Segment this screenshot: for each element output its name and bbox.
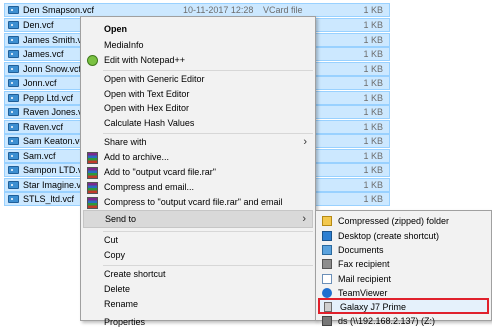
menu-properties[interactable]: Properties xyxy=(83,314,313,332)
send-to-network-drive[interactable]: ds (\\192.168.2.137) (Z:) xyxy=(318,314,489,329)
vcard-file-icon xyxy=(8,195,19,203)
menu-label: Cut xyxy=(104,235,119,245)
file-name: Pepp Ltd.vcf xyxy=(23,93,74,103)
file-size: 1 KB xyxy=(363,49,383,59)
menu-edit-notepad[interactable]: Edit with Notepad++ xyxy=(83,52,313,70)
teamviewer-icon xyxy=(322,288,332,298)
menu-label: Edit with Notepad++ xyxy=(104,55,186,65)
file-size: 1 KB xyxy=(363,5,383,15)
submenu-label: Desktop (create shortcut) xyxy=(338,231,440,241)
notepad-plus-plus-icon xyxy=(87,55,98,66)
fax-icon xyxy=(322,259,332,269)
file-size: 1 KB xyxy=(363,93,383,103)
zip-folder-icon xyxy=(322,216,332,226)
file-size: 1 KB xyxy=(363,194,383,204)
menu-rename[interactable]: Rename xyxy=(83,296,313,314)
file-name: STLS_ltd.vcf xyxy=(23,194,75,204)
submenu-label: Documents xyxy=(338,245,384,255)
submenu-label: Galaxy J7 Prime xyxy=(340,302,407,312)
menu-send-to[interactable]: Send to › xyxy=(83,210,313,228)
file-size: 1 KB xyxy=(363,136,383,146)
vcard-file-icon xyxy=(8,21,19,29)
send-to-fax[interactable]: Fax recipient xyxy=(318,257,489,272)
menu-label: Compress and email... xyxy=(104,182,195,192)
mail-icon xyxy=(322,274,332,284)
file-size: 1 KB xyxy=(363,165,383,175)
menu-copy[interactable]: Copy xyxy=(83,247,313,265)
vcard-file-icon xyxy=(8,65,19,73)
file-size: 1 KB xyxy=(363,64,383,74)
submenu-label: Fax recipient xyxy=(338,259,390,269)
send-to-submenu: Compressed (zipped) folder Desktop (crea… xyxy=(315,210,492,326)
desktop-icon xyxy=(322,231,332,241)
winrar-icon xyxy=(87,182,98,194)
send-to-desktop[interactable]: Desktop (create shortcut) xyxy=(318,229,489,244)
submenu-label: Mail recipient xyxy=(338,274,392,284)
file-row[interactable]: Den Smapson.vcf 10-11-2017 12:28 VCard f… xyxy=(4,3,390,17)
menu-label: Open xyxy=(104,24,128,34)
documents-icon xyxy=(322,245,332,255)
menu-label: Open with Hex Editor xyxy=(104,103,190,113)
file-size: 1 KB xyxy=(363,122,383,132)
menu-label: Calculate Hash Values xyxy=(104,118,195,128)
file-size: 1 KB xyxy=(363,107,383,117)
context-menu: Open MediaInfo Edit with Notepad++ Open … xyxy=(80,16,316,327)
submenu-label: Compressed (zipped) folder xyxy=(338,216,450,226)
vcard-file-icon xyxy=(8,123,19,131)
file-name: James.vcf xyxy=(23,49,64,59)
vcard-file-icon xyxy=(8,181,19,189)
winrar-icon xyxy=(87,152,98,164)
menu-label: Add to archive... xyxy=(104,152,170,162)
network-drive-icon xyxy=(322,316,332,326)
vcard-file-icon xyxy=(8,137,19,145)
send-to-mail[interactable]: Mail recipient xyxy=(318,272,489,287)
phone-icon xyxy=(324,302,332,312)
vcard-file-icon xyxy=(8,152,19,160)
menu-label: Share with xyxy=(104,137,147,147)
file-size: 1 KB xyxy=(363,35,383,45)
file-size: 1 KB xyxy=(363,151,383,161)
vcard-file-icon xyxy=(8,36,19,44)
vcard-file-icon xyxy=(8,166,19,174)
winrar-icon xyxy=(87,197,98,209)
file-name: Sam Keaton.vcf xyxy=(23,136,87,146)
file-name: Sam.vcf xyxy=(23,151,56,161)
file-size: 1 KB xyxy=(363,78,383,88)
send-to-compressed-folder[interactable]: Compressed (zipped) folder xyxy=(318,214,489,229)
file-name: Den Smapson.vcf xyxy=(23,5,95,15)
submenu-label: ds (\\192.168.2.137) (Z:) xyxy=(338,316,436,326)
menu-label: MediaInfo xyxy=(104,40,144,50)
menu-label: Create shortcut xyxy=(104,269,166,279)
file-date: 10-11-2017 12:28 xyxy=(183,5,254,15)
menu-label: Open with Generic Editor xyxy=(104,74,205,84)
vcard-file-icon xyxy=(8,79,19,87)
menu-label: Send to xyxy=(105,214,137,224)
menu-calculate-hash[interactable]: Calculate Hash Values xyxy=(83,115,313,133)
chevron-right-icon: › xyxy=(302,213,306,225)
file-name: Jonn.vcf xyxy=(23,78,57,88)
file-size: 1 KB xyxy=(363,20,383,30)
vcard-file-icon xyxy=(8,94,19,102)
menu-label: Properties xyxy=(104,317,146,327)
menu-label: Compress to "output vcard file.rar" and … xyxy=(104,197,283,207)
menu-label: Open with Text Editor xyxy=(104,89,190,99)
menu-label: Delete xyxy=(104,284,131,294)
chevron-right-icon: › xyxy=(303,136,307,148)
vcard-file-icon xyxy=(8,6,19,14)
file-name: Raven.vcf xyxy=(23,122,64,132)
winrar-icon xyxy=(87,167,98,179)
file-name: Star Imagine.vcf xyxy=(23,180,89,190)
menu-label: Copy xyxy=(104,250,126,260)
send-to-galaxy-j7-prime[interactable]: Galaxy J7 Prime xyxy=(318,298,489,314)
file-type: VCard file xyxy=(263,5,303,15)
vcard-file-icon xyxy=(8,50,19,58)
menu-label: Rename xyxy=(104,299,139,309)
vcard-file-icon xyxy=(8,108,19,116)
menu-label: Add to "output vcard file.rar" xyxy=(104,167,216,177)
file-name: Jonn Snow.vcf xyxy=(23,64,82,74)
submenu-label: TeamViewer xyxy=(338,288,388,298)
file-name: Den.vcf xyxy=(23,20,54,30)
send-to-documents[interactable]: Documents xyxy=(318,243,489,258)
file-size: 1 KB xyxy=(363,180,383,190)
